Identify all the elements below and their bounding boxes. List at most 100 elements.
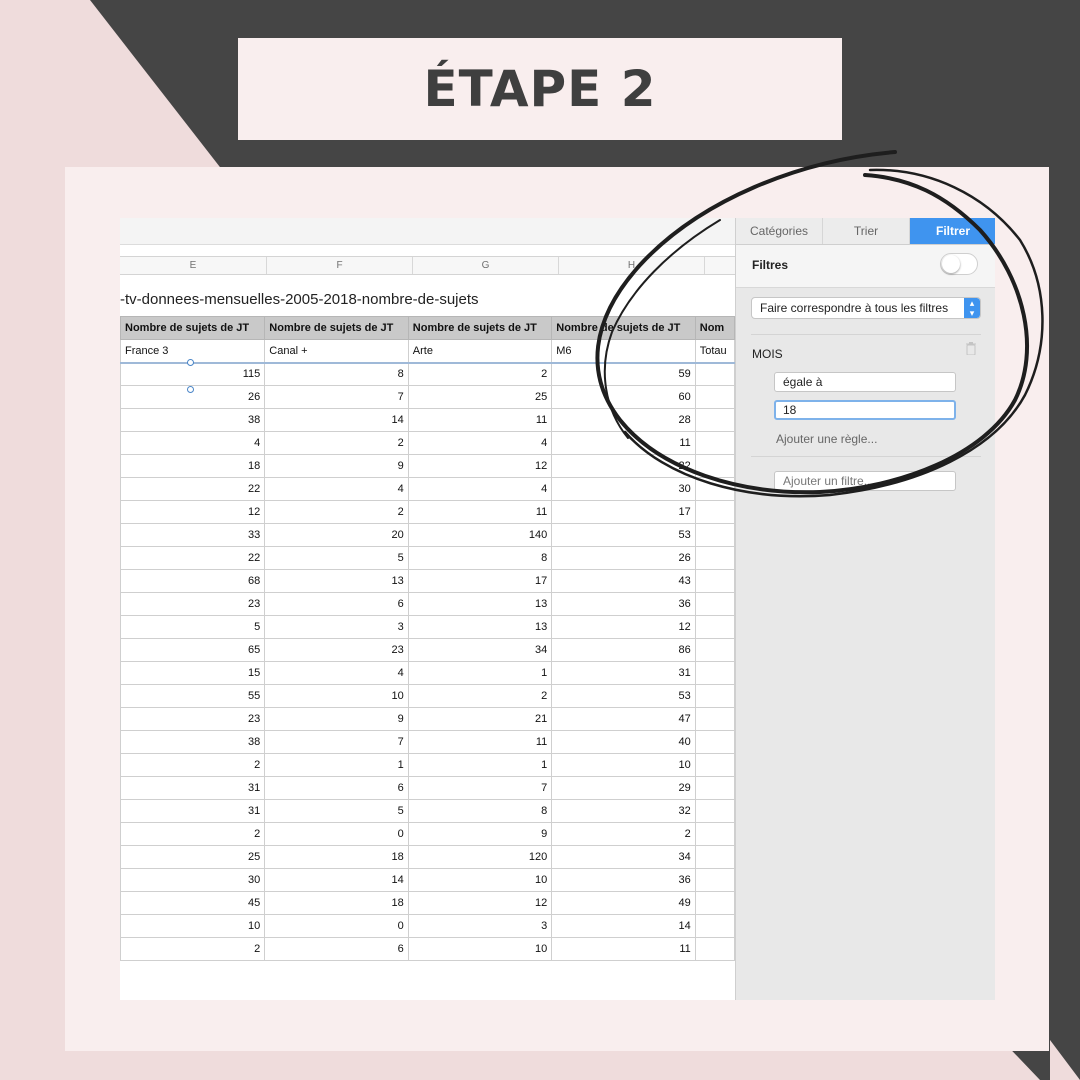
table-cell[interactable] bbox=[694, 914, 735, 938]
table-cell[interactable] bbox=[694, 385, 735, 409]
table-cell[interactable]: 22 bbox=[551, 454, 696, 478]
table-cell[interactable] bbox=[694, 868, 735, 892]
table-cell[interactable]: 33 bbox=[120, 523, 266, 547]
table-cell[interactable]: 10 bbox=[407, 937, 553, 961]
header-cell[interactable]: Nombre de sujets de JT bbox=[551, 316, 696, 340]
table-cell[interactable]: 12 bbox=[407, 891, 553, 915]
table-cell[interactable]: 9 bbox=[264, 707, 409, 731]
table-cell[interactable]: 53 bbox=[551, 684, 696, 708]
table-cell[interactable]: 29 bbox=[551, 776, 696, 800]
table-cell[interactable]: 115 bbox=[120, 362, 266, 386]
table-cell[interactable] bbox=[694, 500, 735, 524]
table-cell[interactable]: 9 bbox=[407, 822, 553, 846]
table-cell[interactable]: 34 bbox=[407, 638, 553, 662]
rule-condition-select[interactable]: égale à bbox=[774, 372, 956, 392]
table-cell[interactable]: 30 bbox=[120, 868, 266, 892]
table-cell[interactable]: 6 bbox=[264, 937, 409, 961]
table-cell[interactable]: 2 bbox=[407, 684, 553, 708]
table-cell[interactable]: 10 bbox=[120, 914, 266, 938]
table-cell[interactable]: 2 bbox=[120, 753, 266, 777]
table-cell[interactable] bbox=[694, 362, 735, 386]
selection-handle[interactable] bbox=[187, 386, 194, 393]
table-cell[interactable] bbox=[694, 408, 735, 432]
header-cell[interactable]: Nombre de sujets de JT bbox=[264, 316, 409, 340]
table-cell[interactable]: 10 bbox=[407, 868, 553, 892]
table-cell[interactable]: 2 bbox=[120, 822, 266, 846]
table-cell[interactable]: 13 bbox=[407, 615, 553, 639]
table-cell[interactable]: 36 bbox=[551, 592, 696, 616]
table-cell[interactable]: 47 bbox=[551, 707, 696, 731]
channel-cell[interactable]: Canal + bbox=[264, 339, 409, 364]
table-cell[interactable]: 31 bbox=[551, 661, 696, 685]
table-cell[interactable]: 4 bbox=[264, 477, 409, 501]
tab-filter[interactable]: Filtrer bbox=[910, 218, 995, 244]
table-cell[interactable] bbox=[694, 592, 735, 616]
table-cell[interactable] bbox=[694, 776, 735, 800]
table-cell[interactable]: 0 bbox=[264, 914, 409, 938]
table-cell[interactable]: 11 bbox=[407, 408, 553, 432]
table-cell[interactable]: 31 bbox=[120, 799, 266, 823]
table-cell[interactable]: 49 bbox=[551, 891, 696, 915]
table-cell[interactable]: 13 bbox=[407, 592, 553, 616]
table-cell[interactable]: 5 bbox=[264, 546, 409, 570]
table-cell[interactable]: 31 bbox=[120, 776, 266, 800]
table-cell[interactable]: 34 bbox=[551, 845, 696, 869]
trash-icon[interactable] bbox=[966, 342, 976, 355]
header-cell[interactable]: Nombre de sujets de JT bbox=[407, 316, 553, 340]
rule-value-input[interactable]: 18 bbox=[774, 400, 956, 420]
table-cell[interactable]: 8 bbox=[407, 799, 553, 823]
table-cell[interactable]: 2 bbox=[551, 822, 696, 846]
table-cell[interactable]: 7 bbox=[264, 730, 409, 754]
table-cell[interactable]: 14 bbox=[551, 914, 696, 938]
table-cell[interactable] bbox=[694, 615, 735, 639]
table-cell[interactable]: 2 bbox=[407, 362, 553, 386]
table-cell[interactable] bbox=[694, 799, 735, 823]
table-cell[interactable]: 1 bbox=[407, 753, 553, 777]
table-cell[interactable] bbox=[694, 822, 735, 846]
table-cell[interactable]: 18 bbox=[264, 845, 409, 869]
table-cell[interactable]: 17 bbox=[407, 569, 553, 593]
table-cell[interactable]: 43 bbox=[551, 569, 696, 593]
table-cell[interactable]: 17 bbox=[551, 500, 696, 524]
table-cell[interactable]: 3 bbox=[407, 914, 553, 938]
table-cell[interactable]: 23 bbox=[264, 638, 409, 662]
table-cell[interactable]: 18 bbox=[120, 454, 266, 478]
table-cell[interactable]: 1 bbox=[407, 661, 553, 685]
table-cell[interactable] bbox=[694, 891, 735, 915]
table-cell[interactable]: 10 bbox=[264, 684, 409, 708]
sheet-title[interactable]: -tv-donnees-mensuelles-2005-2018-nombre-… bbox=[120, 291, 479, 308]
channel-cell[interactable]: Arte bbox=[407, 339, 553, 364]
table-cell[interactable] bbox=[694, 477, 735, 501]
table-cell[interactable]: 2 bbox=[264, 500, 409, 524]
table-cell[interactable]: 12 bbox=[407, 454, 553, 478]
table-cell[interactable]: 13 bbox=[264, 569, 409, 593]
table-cell[interactable]: 140 bbox=[407, 523, 553, 547]
table-cell[interactable]: 6 bbox=[264, 592, 409, 616]
table-cell[interactable]: 53 bbox=[551, 523, 696, 547]
table-cell[interactable]: 36 bbox=[551, 868, 696, 892]
table-cell[interactable]: 23 bbox=[120, 592, 266, 616]
table-cell[interactable]: 30 bbox=[551, 477, 696, 501]
column-letter[interactable]: G bbox=[413, 257, 559, 274]
table-cell[interactable]: 120 bbox=[407, 845, 553, 869]
selection-handle[interactable] bbox=[187, 359, 194, 366]
table-cell[interactable] bbox=[694, 431, 735, 455]
table-cell[interactable]: 60 bbox=[551, 385, 696, 409]
header-cell[interactable]: Nom bbox=[694, 316, 735, 340]
column-letter[interactable]: F bbox=[267, 257, 413, 274]
tab-sort[interactable]: Trier bbox=[823, 218, 910, 244]
table-cell[interactable]: 28 bbox=[551, 408, 696, 432]
table-cell[interactable]: 20 bbox=[264, 523, 409, 547]
table-cell[interactable]: 86 bbox=[551, 638, 696, 662]
table-cell[interactable] bbox=[694, 523, 735, 547]
match-filters-select[interactable]: Faire correspondre à tous les filtres ▴ ▾ bbox=[751, 297, 981, 319]
channel-cell[interactable]: Totau bbox=[694, 339, 735, 364]
table-cell[interactable]: 3 bbox=[264, 615, 409, 639]
table-cell[interactable]: 4 bbox=[407, 477, 553, 501]
table-cell[interactable] bbox=[694, 937, 735, 961]
table-cell[interactable]: 8 bbox=[407, 546, 553, 570]
filters-toggle[interactable] bbox=[940, 253, 978, 275]
column-letter[interactable]: E bbox=[120, 257, 267, 274]
table-cell[interactable]: 38 bbox=[120, 730, 266, 754]
table-cell[interactable]: 5 bbox=[120, 615, 266, 639]
